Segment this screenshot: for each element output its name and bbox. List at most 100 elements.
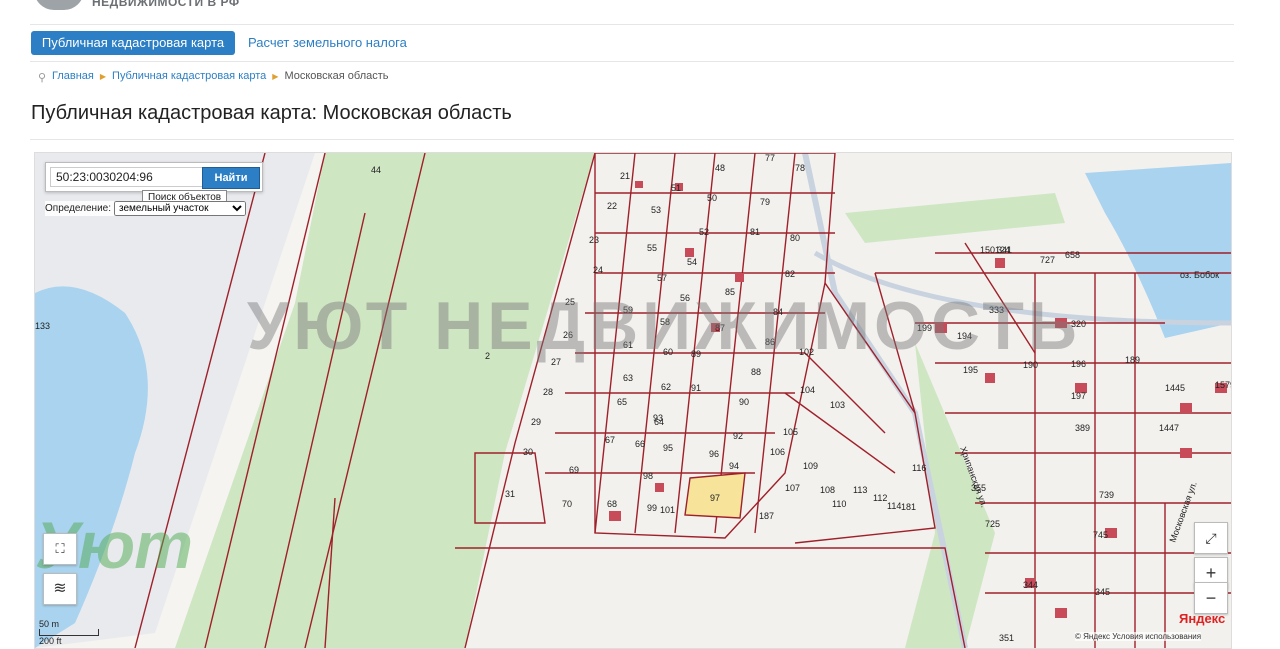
parcel-number-label: 92 (733, 431, 743, 441)
parcel-number-label: 195 (963, 365, 978, 375)
tab-land-tax[interactable]: Расчет земельного налога (248, 31, 407, 55)
parcel-number-label: 110 (832, 499, 846, 509)
definition-select[interactable]: земельный участок (114, 201, 247, 216)
parcel-number-label: 94 (729, 461, 739, 471)
scale-feet: 200 ft (39, 636, 62, 646)
divider (30, 139, 1234, 140)
parcel-number-label: 67 (605, 435, 615, 445)
breadcrumb-current: Московская область (284, 70, 389, 82)
parcel-number-label: 93 (653, 413, 663, 423)
expand-icon[interactable]: ⤢ (1194, 522, 1228, 554)
parcel-number-label: 345 (1095, 587, 1110, 597)
parcel-number-label: 106 (770, 447, 785, 457)
parcel-number-label: 105 (783, 427, 798, 437)
breadcrumb-home[interactable]: Главная (52, 70, 94, 82)
parcel-number-label: 104 (800, 385, 815, 395)
logo-icon (34, 0, 84, 10)
tab-cadastral-map[interactable]: Публичная кадастровая карта (31, 31, 235, 55)
scale-meters: 50 m (39, 619, 60, 629)
parcel-number-label: 30 (523, 447, 533, 457)
parcel-number-label: 53 (651, 205, 661, 215)
definition-row: Определение: земельный участок (45, 201, 247, 216)
parcel-number-label: 101 (660, 505, 675, 515)
cadastral-number-input[interactable] (50, 167, 208, 187)
map-canvas[interactable]: 4413322122232425262728293031485051525354… (35, 153, 1231, 648)
parcel-number-label: 96 (709, 449, 719, 459)
parcel-number-label: 197 (1071, 391, 1086, 401)
map-search-panel: Найти (45, 162, 263, 192)
parcel-number-label: 187 (759, 511, 774, 521)
parcel-number-label: 727 (1040, 255, 1055, 265)
parcel-number-label: 1445 (1165, 383, 1185, 393)
parcel-number-label: 107 (785, 483, 800, 493)
parcel-number-label: 1447 (1159, 423, 1179, 433)
parcel-number-label: 24 (593, 265, 603, 275)
logo-text: НЕДВИЖИМОСТИ В РФ (92, 0, 240, 9)
parcel-number-label: 68 (607, 499, 617, 509)
map-copyright[interactable]: © Яндекс Условия использования (1075, 632, 1202, 641)
parcel-number-label: 745 (1093, 530, 1108, 540)
parcel-number-label: 739 (1099, 490, 1114, 500)
parcel-number-label: 57 (657, 273, 667, 283)
parcel-number-label: 133 (35, 321, 50, 331)
parcel-number-label: 90 (739, 397, 749, 407)
breadcrumb-cadastral-map[interactable]: Публичная кадастровая карта (112, 70, 266, 82)
scale-line (39, 629, 99, 636)
chevron-right-icon: ▶ (272, 71, 279, 81)
parcel-number-label: 23 (589, 235, 599, 245)
parcel-number-label: 181 (901, 502, 916, 512)
cadastral-map[interactable]: 44 133 2 21 22 23 24 25 26 27 28 29 30 31 48 50 51 52 53 54… (34, 152, 1232, 649)
parcel-number-label: 112 (873, 493, 887, 503)
parcel-number-label: 70 (562, 499, 572, 509)
scale-bar: 50 m 200 ft (39, 619, 113, 646)
parcel-number-label: 29 (531, 417, 541, 427)
layers-icon[interactable]: ≋ (43, 573, 77, 605)
yandex-logo: Яндекс (1179, 611, 1226, 626)
parcel-number-label: 116 (912, 463, 926, 473)
breadcrumb: ⚲ Главная ▶ Публичная кадастровая карта … (38, 70, 389, 84)
parcel-number-label: 98 (643, 471, 653, 481)
find-button[interactable]: Найти (202, 167, 260, 189)
parcel-number-label: 344 (1023, 580, 1038, 590)
parcel-number-label: 389 (1075, 423, 1090, 433)
parcel-number-label: 62 (661, 382, 671, 392)
parcel-number-label: 22 (607, 201, 617, 211)
parcel-number-label: 88 (751, 367, 761, 377)
fullscreen-map-icon[interactable]: ⛶ (43, 533, 77, 565)
parcel-number-label: 21 (620, 171, 630, 181)
parcel-number-label: 725 (985, 519, 1000, 529)
parcel-number-label: 28 (543, 387, 553, 397)
parcel-number-label: 54 (687, 257, 697, 267)
parcel-number-label: 31 (505, 489, 515, 499)
parcel-number-label: 103 (830, 400, 845, 410)
chevron-right-icon: ▶ (99, 71, 107, 81)
page-title: Публичная кадастровая карта: Московская … (31, 102, 512, 124)
parcel-number-label: 355 (971, 483, 986, 493)
parcel-number-label: 97 (710, 493, 720, 503)
zoom-out-button[interactable]: − (1194, 582, 1228, 614)
parcel-number-label: 351 (999, 633, 1014, 643)
parcel-number-label: 80 (790, 233, 800, 243)
divider (30, 24, 1234, 25)
parcel-number-label: 48 (715, 163, 725, 173)
parcel-number-label: 69 (569, 465, 579, 475)
parcel-number-label: 51 (671, 183, 681, 193)
parcel-number-label: 77 (765, 153, 775, 163)
parcel-number-label: 44 (371, 165, 381, 175)
parcel-number-label: 81 (750, 227, 760, 237)
parcel-number-label: 99 (647, 503, 657, 513)
parcel-number-label: 52 (699, 227, 709, 237)
parcel-number-label: 114 (887, 501, 901, 511)
divider (30, 61, 1234, 62)
parcel-number-label: 91 (691, 383, 701, 393)
site-header: НЕДВИЖИМОСТИ В РФ (0, 0, 1280, 24)
parcel-number-label: 157936 (1215, 380, 1231, 390)
parcel-number-label: 78 (795, 163, 805, 173)
parcel-number-label: 63 (623, 373, 633, 383)
parcel-number-label: 50 (707, 193, 717, 203)
parcel-number-label: 79 (760, 197, 770, 207)
parcel-number-label: 658 (1065, 250, 1080, 260)
definition-label: Определение: (45, 203, 112, 214)
parcel-number-label: 109 (803, 461, 818, 471)
watermark-text: УЮТ НЕДВИЖИМОСТЬ (247, 288, 1081, 364)
